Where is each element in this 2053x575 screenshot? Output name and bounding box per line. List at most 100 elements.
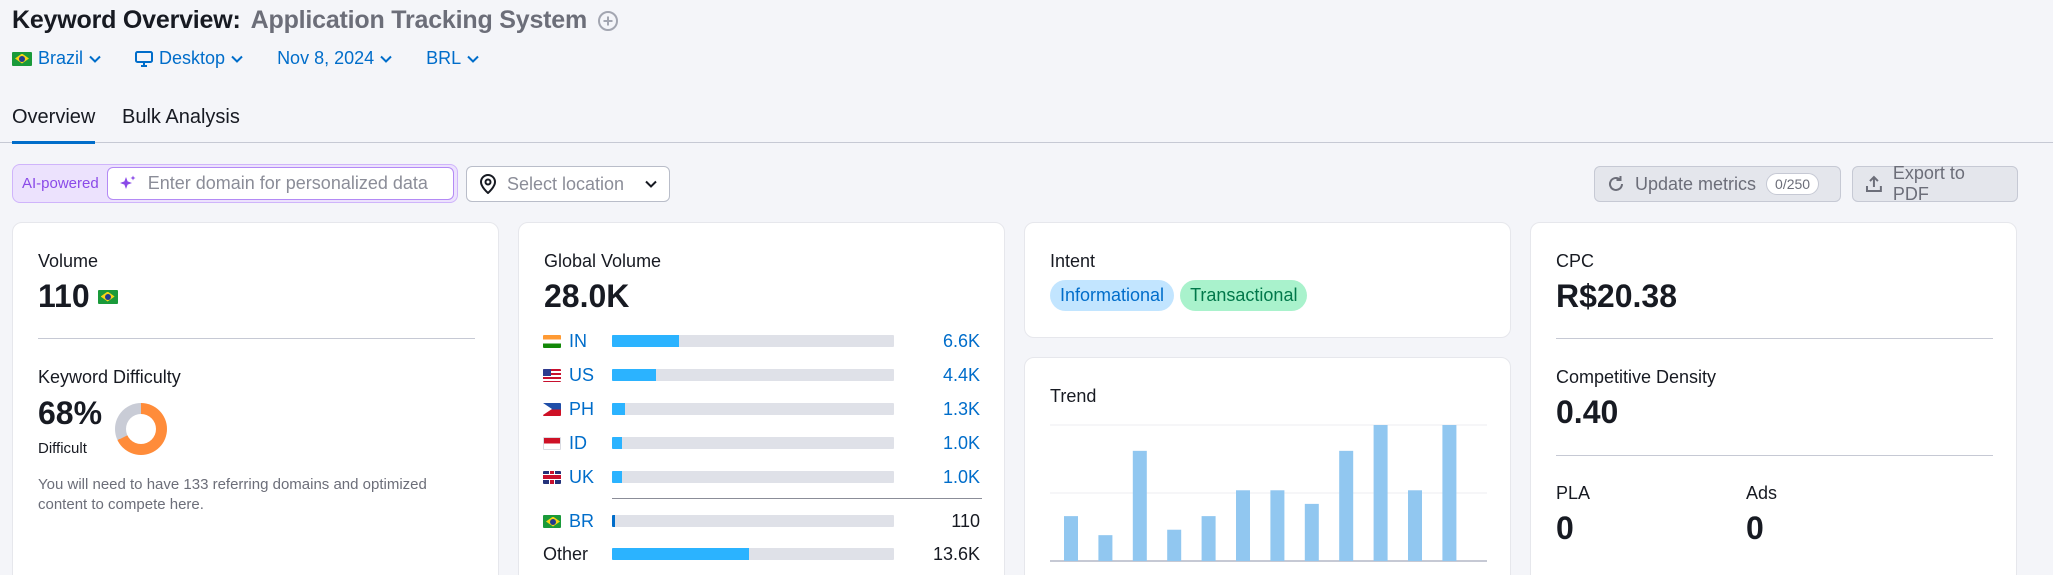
device-label: Desktop xyxy=(159,48,226,68)
volume-metric: 110 xyxy=(38,278,118,315)
chevron-down-icon xyxy=(380,55,392,63)
trend-bar[interactable] xyxy=(1304,503,1319,561)
trend-bar[interactable] xyxy=(1270,490,1285,561)
country-volume-bar xyxy=(612,515,894,527)
intent-card: Intent Informational Transactional xyxy=(1024,222,1511,338)
country-code: UK xyxy=(569,466,595,487)
refresh-icon xyxy=(1609,176,1623,191)
sparkle-icon xyxy=(119,175,136,189)
trend-bar[interactable] xyxy=(1408,490,1422,561)
ads-label: Ads xyxy=(1746,483,1778,503)
ads-value: 0 xyxy=(1746,510,1764,546)
country-volume: 110 xyxy=(951,510,980,531)
kd-level: Difficult xyxy=(38,440,87,457)
country-label: Brazil xyxy=(38,48,84,68)
country-volume: 6.6K xyxy=(942,330,980,351)
date-label: Nov 8, 2024 xyxy=(277,48,375,68)
ai-powered-label: AI-powered xyxy=(22,175,99,192)
trend-chart xyxy=(1050,424,1487,562)
country-row-uk[interactable]: UK 1.0K xyxy=(519,467,1004,487)
device-filter[interactable]: Desktop xyxy=(135,48,243,69)
us-flag-icon xyxy=(543,368,561,382)
country-volume: 4.4K xyxy=(942,364,980,385)
country-volume: 1.0K xyxy=(942,432,980,453)
trend-bar[interactable] xyxy=(1339,450,1354,561)
export-pdf-button[interactable]: Export to PDF xyxy=(1852,163,2018,204)
trend-bar[interactable] xyxy=(1442,425,1457,561)
keyword-title: Application Tracking System xyxy=(250,6,588,34)
trend-bar[interactable] xyxy=(1064,516,1078,561)
country-row-in[interactable]: IN 6.6K xyxy=(519,331,1004,351)
divider xyxy=(1556,455,1993,456)
location-pin-icon xyxy=(479,174,497,194)
country-code: ID xyxy=(569,432,587,453)
intent-tags: Informational Transactional xyxy=(1050,280,1308,311)
global-volume-card: Global Volume 28.0K IN 6.6K US 4.4K PH 1… xyxy=(518,222,1005,575)
export-pdf-label: Export to PDF xyxy=(1892,163,1965,204)
country-volume-bar xyxy=(612,437,894,449)
divider xyxy=(612,498,982,499)
domain-placeholder: Enter domain for personalized data xyxy=(147,173,428,193)
desktop-icon xyxy=(135,50,154,67)
update-count-badge: 0/250 xyxy=(1766,173,1820,195)
country-code: PH xyxy=(569,398,595,419)
country-row-br[interactable]: BR 110 xyxy=(519,511,1004,531)
volume-value: 110 xyxy=(38,278,90,314)
page-title: Keyword Overview: Application Tracking S… xyxy=(12,6,619,35)
brazil-flag-icon xyxy=(97,289,118,304)
cpc-value: R$20.38 xyxy=(1556,278,1677,314)
currency-filter[interactable]: BRL xyxy=(426,48,479,69)
chevron-down-icon xyxy=(231,55,243,63)
country-row-other: Other 13.6K xyxy=(519,544,1004,564)
trend-bar[interactable] xyxy=(1373,425,1388,561)
trend-bar[interactable] xyxy=(1167,529,1182,561)
pla-label: PLA xyxy=(1556,483,1591,503)
add-to-list-icon[interactable] xyxy=(597,10,619,32)
trend-bar[interactable] xyxy=(1201,516,1216,561)
cpc-label: CPC xyxy=(1556,251,1595,271)
trend-bar[interactable] xyxy=(1098,535,1113,561)
trend-label: Trend xyxy=(1050,386,1097,406)
country-volume-bar xyxy=(612,548,894,560)
tab-bar: Overview Bulk Analysis xyxy=(0,98,2053,144)
title-prefix: Keyword Overview: xyxy=(12,6,241,34)
kd-note: You will need to have 133 referring doma… xyxy=(38,476,427,513)
other-volume: 13.6K xyxy=(932,543,980,564)
country-code: US xyxy=(569,364,595,385)
brazil-flag-icon xyxy=(12,51,32,66)
update-metrics-button[interactable]: Update metrics 0/250 xyxy=(1594,166,1841,202)
pla-value: 0 xyxy=(1556,510,1574,546)
country-row-ph[interactable]: PH 1.3K xyxy=(519,399,1004,419)
trend-bar[interactable] xyxy=(1132,450,1147,561)
kd-label: Keyword Difficulty xyxy=(38,367,181,387)
other-label: Other xyxy=(543,543,589,564)
philippines-flag-icon xyxy=(543,402,561,416)
intent-tag-transactional: Transactional xyxy=(1180,280,1308,311)
cpc-card: CPC R$20.38 Competitive Density 0.40 PLA… xyxy=(1530,222,2017,575)
trend-card: Trend xyxy=(1024,357,1511,575)
country-volume: 1.0K xyxy=(942,466,980,487)
divider xyxy=(38,338,475,339)
country-volume-bar xyxy=(612,335,894,347)
country-code: BR xyxy=(569,510,595,531)
domain-input[interactable]: Enter domain for personalized data xyxy=(106,167,454,200)
volume-card: Volume 110 Keyword Difficulty 68% Diffic… xyxy=(12,222,499,575)
chevron-down-icon xyxy=(89,55,101,63)
location-select[interactable]: Select location xyxy=(466,166,670,202)
tab-bulk-analysis[interactable]: Bulk Analysis xyxy=(122,106,240,141)
country-row-us[interactable]: US 4.4K xyxy=(519,365,1004,385)
divider xyxy=(1556,338,1993,339)
kd-value: 68% xyxy=(38,395,103,431)
tab-overview[interactable]: Overview xyxy=(12,106,96,144)
trend-bar[interactable] xyxy=(1236,490,1250,561)
country-row-id[interactable]: ID 1.0K xyxy=(519,433,1004,453)
date-filter[interactable]: Nov 8, 2024 xyxy=(277,48,392,69)
kd-donut-chart xyxy=(115,403,167,455)
location-placeholder: Select location xyxy=(507,173,625,194)
uk-flag-icon xyxy=(543,470,561,484)
chevron-down-icon xyxy=(467,55,479,63)
country-volume-bar xyxy=(612,403,894,415)
country-volume-bar xyxy=(612,471,894,483)
competitive-density-value: 0.40 xyxy=(1556,394,1619,430)
country-filter[interactable]: Brazil xyxy=(12,48,101,69)
